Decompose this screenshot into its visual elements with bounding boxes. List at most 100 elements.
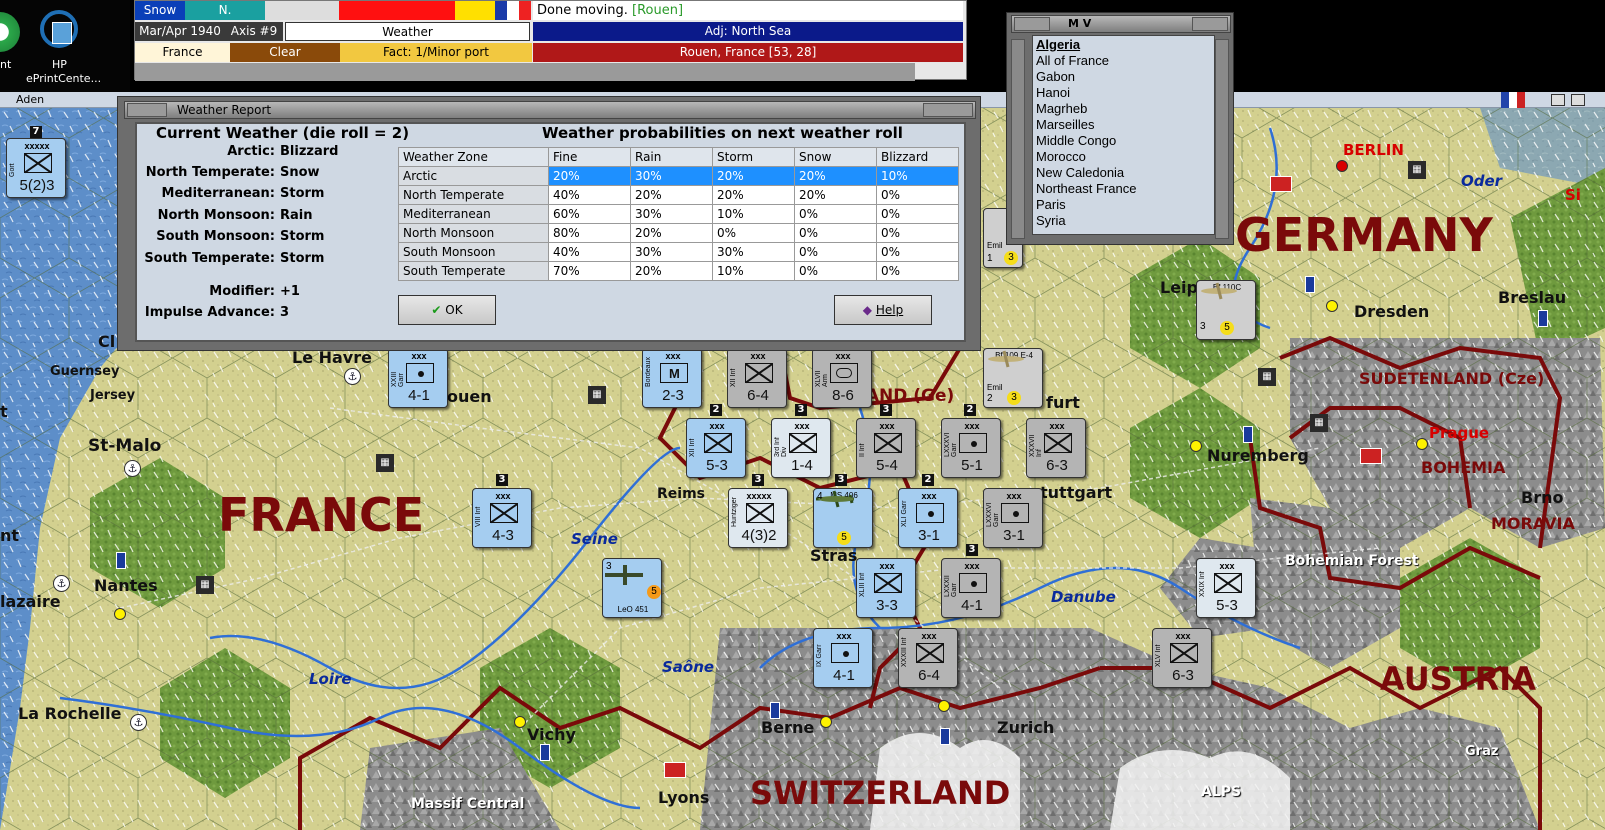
city-vichy-icon[interactable]: [514, 716, 526, 728]
capital-berlin-icon[interactable]: [1336, 160, 1348, 172]
list-item[interactable]: Marseilles: [1036, 117, 1211, 133]
infantry-icon: [24, 153, 52, 173]
city-nuremberg-icon[interactable]: [1190, 440, 1202, 452]
window-menu-icon[interactable]: [127, 103, 167, 117]
table-row[interactable]: South Monsoon 40% 30% 30% 0% 0%: [398, 242, 959, 262]
resource-icon: [1360, 448, 1382, 464]
city-nantes-icon[interactable]: [114, 608, 126, 620]
unit-name: Gort: [9, 163, 16, 177]
list-item[interactable]: Morocco: [1036, 149, 1211, 165]
unit-size: xxxxx: [746, 491, 772, 501]
mv-list[interactable]: Algeria All of France Gabon Hanoi Magrhe…: [1032, 35, 1215, 235]
mv-titlebar[interactable]: M V: [1011, 15, 1231, 33]
factory-icon: ▦: [196, 576, 214, 594]
unit-counter[interactable]: xxx II Inf 5-4: [856, 418, 916, 478]
mv-title: M V: [1068, 17, 1092, 30]
unit-strength: 4(3)2: [741, 527, 777, 544]
air-unit-counter[interactable]: Bf 109 E-4 Emil 2 3: [983, 348, 1043, 408]
unit-counter[interactable]: xxx LXXXVI Garr 5-1: [941, 418, 1001, 478]
weather-report-window[interactable]: Weather Report Current Weather (die roll…: [117, 96, 981, 351]
unit-counter[interactable]: xxx XLI Garr 3-1: [898, 488, 958, 548]
list-item[interactable]: Northeast France: [1036, 181, 1211, 197]
unit-counter[interactable]: xxx LXXXVI Garr 3-1: [983, 488, 1043, 548]
weather-button[interactable]: Weather: [285, 22, 530, 41]
hp-eprint-icon[interactable]: [40, 10, 80, 52]
unit-strength: 3-1: [1003, 527, 1025, 544]
unit-counter[interactable]: xxx VIII Inf 4-3: [472, 488, 532, 548]
air-unit-counter[interactable]: 3 LeO 451 5: [602, 558, 662, 618]
col-header-rain[interactable]: Rain: [630, 147, 713, 167]
list-item[interactable]: Middle Congo: [1036, 133, 1211, 149]
unit-counter[interactable]: xxx IX Garr 4-1: [813, 628, 873, 688]
city-berne-icon[interactable]: [820, 716, 832, 728]
close-icon[interactable]: [923, 103, 973, 117]
port-nantes-icon[interactable]: ⚓: [53, 575, 70, 592]
mv-window[interactable]: M V Algeria All of France Gabon Hanoi Ma…: [1006, 12, 1234, 245]
list-item[interactable]: Algeria: [1036, 37, 1211, 53]
color-swatch-red: [339, 1, 455, 20]
location-field: Rouen, France [53, 28]: [533, 43, 963, 62]
unit-counter[interactable]: xxxxx Gort 5(2)3: [6, 138, 66, 198]
help-button[interactable]: ◆ Help: [834, 295, 932, 325]
current-zone-label: South Temperate:: [144, 251, 275, 266]
air-unit-counter[interactable]: Bf 110C 3 5: [1196, 280, 1256, 340]
list-item[interactable]: Syria: [1036, 213, 1211, 229]
infantry-icon: [704, 433, 732, 453]
ok-button[interactable]: ✔ OK: [398, 295, 496, 325]
col-header-zone[interactable]: Weather Zone: [398, 147, 549, 167]
city-prague-icon[interactable]: [1416, 438, 1428, 450]
table-row[interactable]: Arctic 20% 30% 20% 20% 10%: [398, 166, 959, 186]
port-st-malo-icon[interactable]: ⚓: [124, 460, 141, 477]
list-item[interactable]: Gabon: [1036, 69, 1211, 85]
table-row[interactable]: South Temperate 70% 20% 10% 0% 0%: [398, 261, 959, 281]
unit-name: XII Inf: [689, 438, 696, 457]
unit-counter[interactable]: xxx XXXIII Inf 6-4: [898, 628, 958, 688]
unit-counter[interactable]: xxxxx Huntziger 4(3)2: [728, 488, 788, 548]
unit-counter[interactable]: xxx LXXXII Garr 4-1: [941, 558, 1001, 618]
fighter-plane-icon: [1201, 282, 1237, 300]
list-item[interactable]: Hanoi: [1036, 85, 1211, 101]
unit-counter[interactable]: xxx XLV Inf 6-3: [1152, 628, 1212, 688]
unit-strength: 3-3: [876, 597, 898, 614]
col-header-fine[interactable]: Fine: [548, 147, 631, 167]
list-item[interactable]: Paris: [1036, 197, 1211, 213]
mv-left-scrollbar[interactable]: [1011, 39, 1025, 239]
air-unit-counter[interactable]: MS 406 4 5: [813, 488, 873, 548]
port-le-havre-icon[interactable]: ⚓: [344, 368, 361, 385]
air-tac-value: 5: [1220, 321, 1234, 335]
unit-name: IX Garr: [816, 644, 823, 667]
mv-right-scrollbar[interactable]: [1215, 39, 1229, 239]
unit-counter[interactable]: xxx Bordeaux M 2-3: [642, 348, 702, 408]
weather-zone-2: N. Temperate: [185, 1, 265, 20]
list-item[interactable]: New Caledonia: [1036, 165, 1211, 181]
weather-report-titlebar[interactable]: Weather Report: [124, 101, 976, 119]
air-unit-type: Emil: [987, 241, 1003, 250]
port-la-rochelle-icon[interactable]: ⚓: [130, 714, 147, 731]
city-zurich-icon[interactable]: [938, 700, 950, 712]
checkmark-icon: ✔: [431, 303, 442, 317]
city-dresden-icon[interactable]: [1326, 300, 1338, 312]
unit-counter[interactable]: xxx XLVII Arm 8-6: [812, 348, 872, 408]
list-item[interactable]: All of France: [1036, 53, 1211, 69]
window-menu-icon[interactable]: [1014, 17, 1050, 31]
list-item[interactable]: Magrheb: [1036, 101, 1211, 117]
unit-counter[interactable]: xxx XXIX Inf 5-3: [1196, 558, 1256, 618]
unit-counter[interactable]: xxx XII Inf 6-4: [727, 348, 787, 408]
table-row[interactable]: North Monsoon 80% 20% 0% 0% 0%: [398, 223, 959, 243]
unit-counter[interactable]: xxx XII Inf 5-3: [686, 418, 746, 478]
desktop-app-icon[interactable]: [0, 12, 20, 52]
col-header-snow[interactable]: Snow: [794, 147, 877, 167]
minimize-icon[interactable]: [1551, 94, 1565, 106]
prob-cell: 40%: [548, 242, 631, 262]
col-header-blizzard[interactable]: Blizzard: [876, 147, 959, 167]
col-header-storm[interactable]: Storm: [712, 147, 795, 167]
maximize-icon[interactable]: [1571, 94, 1585, 106]
table-row[interactable]: Mediterranean 60% 30% 10% 0% 0%: [398, 204, 959, 224]
zone-cell: Arctic: [398, 166, 549, 186]
unit-counter[interactable]: xxx XXXVII Inf 6-3: [1026, 418, 1086, 478]
unit-counter[interactable]: xxx XLIII Inf 3-3: [856, 558, 916, 618]
close-icon[interactable]: [1192, 17, 1228, 31]
unit-counter[interactable]: xxx XXIII Garr 4-1: [388, 348, 448, 408]
unit-counter[interactable]: xxx 3rd Inf Div 1-4: [771, 418, 831, 478]
table-row[interactable]: North Temperate 40% 20% 20% 20% 0%: [398, 185, 959, 205]
